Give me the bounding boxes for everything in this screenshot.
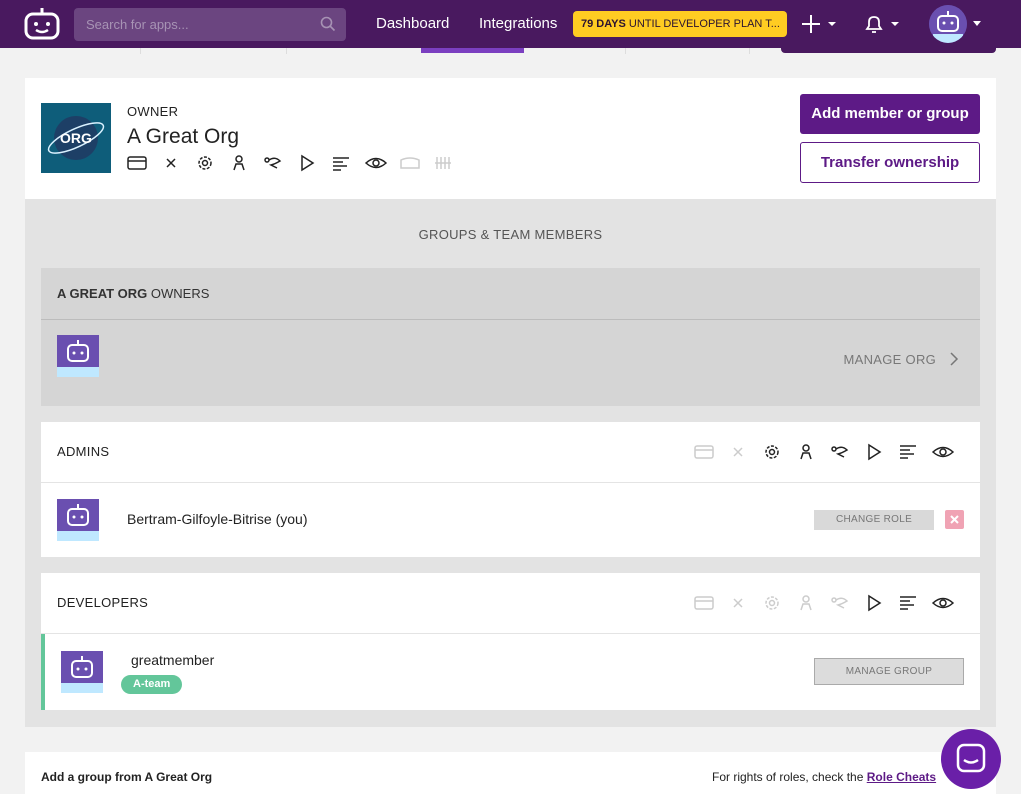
trial-banner[interactable]: 79 DAYS UNTIL DEVELOPER PLAN T... bbox=[573, 11, 787, 37]
logs-icon bbox=[898, 594, 932, 612]
owner-label: OWNER bbox=[127, 104, 179, 119]
search-placeholder: Search for apps... bbox=[86, 17, 189, 32]
bot-avatar-icon bbox=[61, 651, 103, 693]
bot-avatar-icon bbox=[57, 499, 99, 541]
billing-icon bbox=[694, 594, 728, 612]
billing-icon bbox=[127, 153, 161, 173]
admins-permissions-row bbox=[694, 443, 966, 461]
support-chat-button[interactable] bbox=[941, 729, 1001, 789]
manage-org-label: MANAGE ORG bbox=[843, 352, 937, 367]
bot-avatar-icon bbox=[929, 5, 967, 43]
owners-group-header: A GREAT ORG OWNERS bbox=[41, 268, 980, 320]
role-cheatsheet-link[interactable]: Role Cheats bbox=[867, 770, 936, 784]
trial-text: UNTIL DEVELOPER PLAN T... bbox=[625, 18, 780, 30]
logs-icon bbox=[331, 153, 365, 173]
owner-permissions-row bbox=[127, 153, 467, 173]
groups-title: GROUPS & TEAM MEMBERS bbox=[418, 227, 603, 242]
settings-gear-icon bbox=[762, 443, 796, 461]
chevron-down-icon[interactable] bbox=[972, 20, 982, 28]
add-group-label: Add a group from A Great Org bbox=[41, 770, 213, 784]
change-role-button[interactable]: CHANGE ROLE bbox=[814, 510, 934, 530]
subnav-action-button[interactable] bbox=[781, 48, 996, 53]
search-input[interactable]: Search for apps... bbox=[74, 8, 346, 41]
view-eye-icon bbox=[931, 594, 966, 612]
settings-gear-icon bbox=[195, 153, 229, 173]
settings-gear-icon bbox=[762, 594, 796, 612]
manage-group-button[interactable]: MANAGE GROUP bbox=[814, 658, 964, 685]
add-group-card: Add a group from A Great Org For rights … bbox=[25, 752, 996, 794]
team-indicator-bar bbox=[41, 634, 45, 710]
search-icon bbox=[320, 16, 336, 32]
nav-dashboard-link[interactable]: Dashboard bbox=[376, 15, 449, 32]
subnav-divider bbox=[286, 48, 287, 54]
team-tag[interactable]: A-team bbox=[121, 675, 183, 694]
transfer-ownership-button[interactable]: Transfer ownership bbox=[800, 142, 980, 183]
play-build-icon bbox=[297, 153, 331, 173]
view-eye-icon bbox=[931, 443, 966, 461]
cache-icon bbox=[399, 153, 433, 173]
subnav-divider bbox=[625, 48, 626, 54]
play-build-icon bbox=[864, 443, 898, 461]
org-logo-icon: ORG bbox=[41, 103, 111, 173]
delete-icon bbox=[728, 443, 762, 461]
team-member-icon bbox=[796, 594, 830, 612]
user-avatar[interactable] bbox=[929, 5, 967, 43]
workflow-icon bbox=[830, 594, 864, 612]
trial-days: 79 DAYS bbox=[581, 18, 626, 30]
sub-navigation bbox=[0, 48, 1021, 54]
subnav-divider bbox=[749, 48, 750, 54]
manage-org-link[interactable]: MANAGE ORG bbox=[844, 352, 961, 367]
owners-group-suffix: OWNERS bbox=[147, 286, 210, 301]
add-menu-icon[interactable] bbox=[801, 14, 837, 34]
org-name: A Great Org bbox=[127, 125, 240, 148]
active-tab-indicator bbox=[421, 48, 524, 53]
delete-icon bbox=[728, 594, 762, 612]
delete-icon bbox=[161, 153, 195, 173]
team-member-icon bbox=[796, 443, 830, 461]
view-eye-icon bbox=[364, 153, 399, 173]
org-logo-text: ORG bbox=[60, 130, 92, 146]
owner-card: ORG OWNER A Great Org Add member or grou… bbox=[25, 78, 996, 199]
member-name: greatmember bbox=[131, 652, 215, 668]
owners-group-org: A GREAT ORG bbox=[57, 286, 148, 301]
addons-icon bbox=[433, 153, 467, 173]
logs-icon bbox=[898, 443, 932, 461]
developers-permissions-row bbox=[694, 594, 966, 612]
notifications-bell-icon[interactable] bbox=[864, 14, 900, 34]
org-logo: ORG bbox=[41, 103, 111, 173]
workflow-icon bbox=[830, 443, 864, 461]
add-member-button[interactable]: Add member or group bbox=[800, 94, 980, 134]
top-navbar: Search for apps... Dashboard Integration… bbox=[0, 0, 1021, 48]
role-hint-text: For rights of roles, check the bbox=[712, 770, 867, 784]
billing-icon bbox=[694, 443, 728, 461]
close-icon bbox=[950, 515, 959, 524]
nav-integrations-link[interactable]: Integrations bbox=[479, 15, 557, 32]
team-member-icon bbox=[229, 153, 263, 173]
subnav-divider bbox=[140, 48, 141, 54]
bitrise-logo-icon[interactable] bbox=[22, 6, 62, 42]
chevron-right-icon bbox=[950, 352, 959, 366]
bot-avatar-icon bbox=[57, 335, 99, 377]
play-build-icon bbox=[864, 594, 898, 612]
remove-member-button[interactable] bbox=[945, 510, 964, 529]
groups-section: GROUPS & TEAM MEMBERS A GREAT ORG OWNERS… bbox=[25, 199, 996, 727]
member-name: Bertram-Gilfoyle-Bitrise (you) bbox=[127, 511, 308, 527]
developers-group: DEVELOPERS greatmember A-team MANAGE GRO… bbox=[41, 573, 980, 710]
role-cheatsheet-hint: For rights of roles, check the Role Chea… bbox=[712, 770, 936, 784]
admins-group: ADMINS Bertram-Gilfoyle-Bitrise (you) CH… bbox=[41, 422, 980, 557]
chat-icon bbox=[956, 743, 986, 773]
owners-group: A GREAT ORG OWNERS MANAGE ORG bbox=[41, 268, 980, 406]
workflow-icon bbox=[263, 153, 297, 173]
